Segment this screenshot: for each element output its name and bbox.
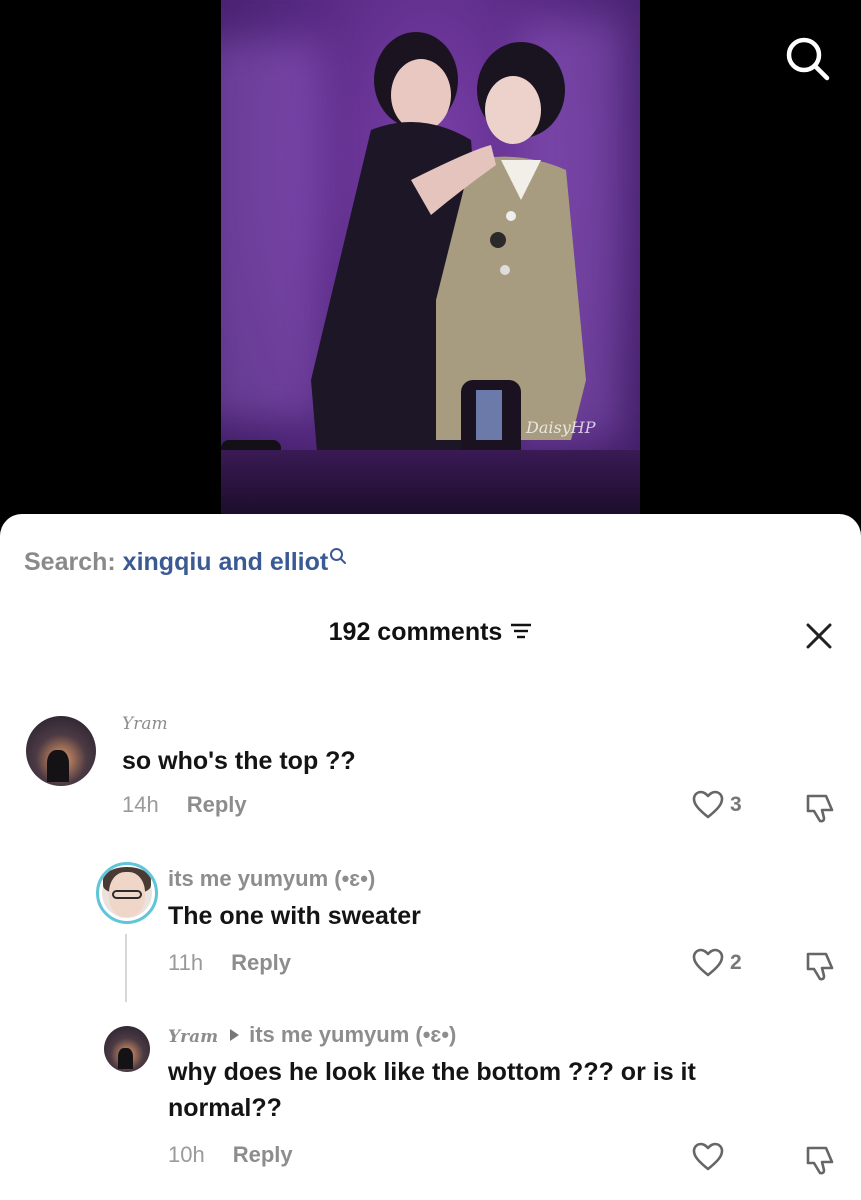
avatar[interactable] [96, 862, 158, 924]
comment-username[interactable]: Yram [168, 1027, 218, 1047]
search-icon [330, 548, 347, 564]
comments-header: 192 comments [0, 618, 861, 647]
comment-item: Yram so who's the top ?? 14h Reply 3 [0, 710, 861, 830]
like-count: 3 [730, 793, 742, 816]
like-button[interactable] [692, 1142, 730, 1172]
like-button[interactable]: 3 [692, 790, 742, 820]
dislike-icon[interactable] [804, 950, 836, 982]
filter-icon[interactable] [510, 622, 532, 640]
comment-time: 11h [168, 950, 204, 975]
reply-button[interactable]: Reply [187, 792, 247, 817]
comment-meta: 11h Reply [168, 950, 291, 976]
heart-icon [692, 1142, 724, 1171]
search-prefix: Search: [24, 548, 116, 576]
watermark: DaisyHP [526, 418, 596, 437]
reply-arrow-icon [230, 1029, 240, 1042]
comment-time: 14h [122, 792, 159, 817]
reply-item: Yram its me yumyum (•ɛ•) why does he look… [0, 1020, 861, 1190]
reply-button[interactable]: Reply [233, 1142, 293, 1167]
close-icon[interactable] [805, 622, 833, 650]
like-button[interactable]: 2 [692, 948, 742, 978]
comment-text-line: why does he look like the bottom ??? or … [168, 1058, 696, 1086]
comment-meta: 14h Reply [122, 792, 247, 818]
dislike-icon[interactable] [804, 792, 836, 824]
video-player[interactable]: DaisyHP [0, 0, 861, 540]
reply-to-username[interactable]: its me yumyum (•ɛ•) [249, 1022, 456, 1047]
video-frame: DaisyHP [221, 0, 640, 520]
comment-meta: 10h Reply [168, 1142, 293, 1168]
comment-text-line: normal?? [168, 1094, 282, 1122]
comment-time: 10h [168, 1142, 205, 1167]
reply-item: its me yumyum (•ɛ•) The one with sweater… [0, 862, 861, 982]
comment-text: why does he look like the bottom ??? or … [168, 1054, 696, 1126]
comments-sheet: Search: xingqiu and elliot 192 comments … [0, 514, 861, 1200]
search-query[interactable]: xingqiu and elliot [123, 548, 329, 576]
comment-text: so who's the top ?? [122, 747, 356, 775]
performers-image [221, 32, 586, 520]
dislike-icon[interactable] [804, 1144, 836, 1176]
comment-count: 192 comments [328, 618, 503, 646]
comment-username[interactable]: its me yumyum (•ɛ•) [168, 866, 375, 892]
heart-icon [692, 948, 724, 977]
search-icon[interactable] [783, 34, 833, 84]
avatar[interactable] [104, 1026, 150, 1072]
reply-button[interactable]: Reply [231, 950, 291, 975]
avatar[interactable] [26, 716, 96, 786]
comment-text: The one with sweater [168, 902, 421, 930]
comment-username[interactable]: Yram [122, 714, 168, 734]
heart-icon [692, 790, 724, 819]
reply-header: Yram its me yumyum (•ɛ•) [168, 1022, 456, 1048]
like-count: 2 [730, 951, 742, 974]
search-suggestion[interactable]: Search: xingqiu and elliot [24, 548, 347, 577]
